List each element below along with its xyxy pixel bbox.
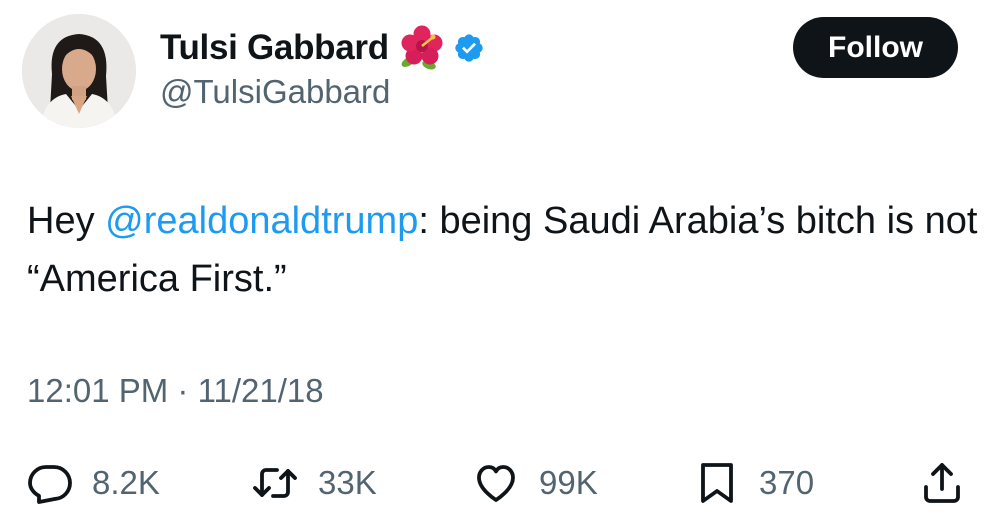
verified-badge-icon [453,32,485,64]
hibiscus-icon [399,25,445,71]
share-icon [918,459,966,507]
repost-count: 33K [318,464,377,501]
reply-icon [26,459,74,507]
author-handle[interactable]: @TulsiGabbard [160,73,390,111]
tweet-text-before: Hey [27,200,106,242]
bookmark-button[interactable]: 370 [693,455,814,511]
tweet-text: Hey @realdonaldtrump: being Saudi Arabia… [27,192,987,308]
meta-separator: · [177,372,189,409]
like-button[interactable]: 99K [471,455,598,511]
tweet-date: 11/21/18 [197,372,324,409]
follow-button[interactable]: Follow [793,17,958,78]
tweet-timestamp[interactable]: 12:01 PM · 11/21/18 [27,372,324,410]
avatar[interactable] [22,14,136,128]
repost-icon [250,459,300,507]
author-name[interactable]: Tulsi Gabbard [160,28,389,68]
like-icon [471,459,521,507]
bookmark-count: 370 [759,464,815,501]
action-bar: 8.2K 33K 99K 370 [0,455,1000,511]
tweet-time: 12:01 PM [27,372,169,409]
repost-button[interactable]: 33K [250,455,377,511]
reply-button[interactable]: 8.2K [26,455,160,511]
share-button[interactable] [918,455,966,511]
reply-count: 8.2K [92,464,160,501]
like-count: 99K [539,464,598,501]
bookmark-icon [693,459,741,507]
mention-link[interactable]: @realdonaldtrump [105,200,418,242]
